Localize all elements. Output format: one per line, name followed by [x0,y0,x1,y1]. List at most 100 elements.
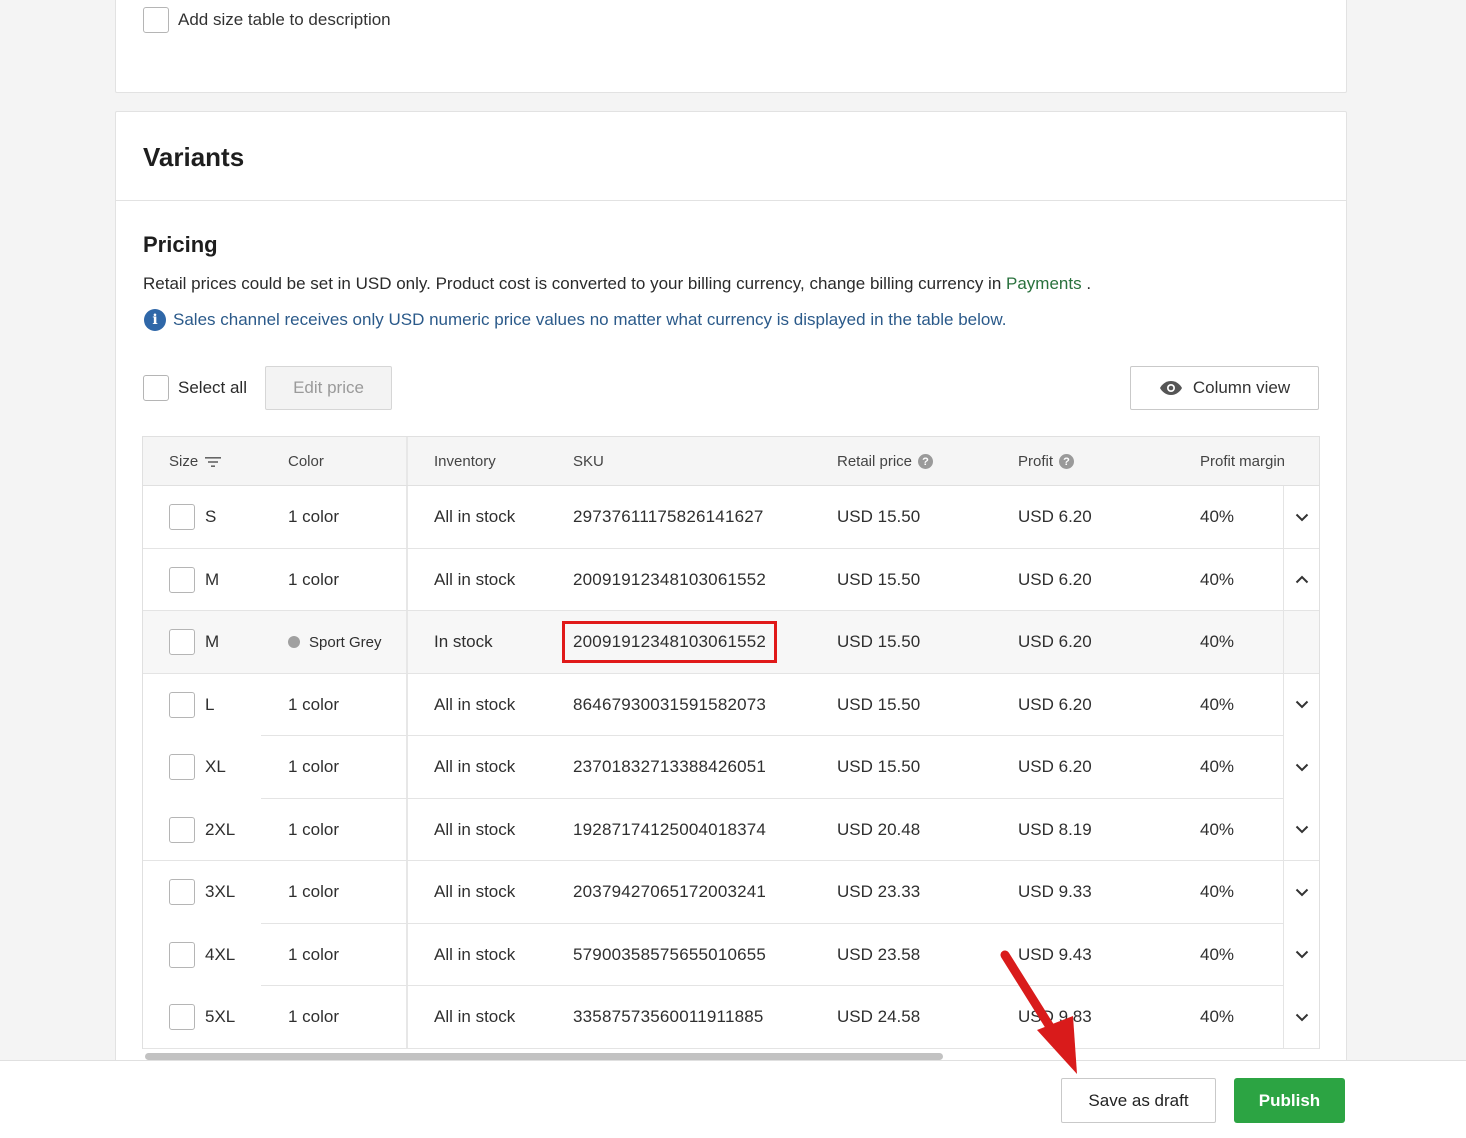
size-cell: 3XL [205,882,236,902]
table-row: 3XL 1 color All in stock 203794270651720… [143,861,1319,924]
header-retail-price: Retail price ? [837,437,934,486]
color-cell: 1 color [288,882,340,902]
sticky-column-separator [406,611,408,674]
profit-cell: USD 6.20 [1018,694,1092,714]
column-view-button[interactable]: Column view [1130,366,1319,410]
table-row: 5XL 1 color All in stock 335875735600119… [143,986,1319,1049]
sticky-column-separator [406,798,408,861]
chevron-down-icon [1295,513,1309,522]
publish-button[interactable]: Publish [1234,1078,1345,1123]
sticky-column-separator [406,673,408,736]
sku-cell: 20091912348103061552 [573,569,767,589]
table-row: XL 1 color All in stock 2370183271338842… [143,736,1319,799]
save-as-draft-button[interactable]: Save as draft [1061,1078,1216,1123]
table-row: 2XL 1 color All in stock 192871741250040… [143,798,1320,861]
expand-button[interactable] [1283,861,1320,924]
header-profit: Profit ? [1018,437,1075,486]
profit-margin-cell: 40% [1200,694,1235,714]
chevron-down-icon [1295,888,1309,897]
size-table-checkbox[interactable] [143,7,169,33]
color-cell: 1 color [288,694,340,714]
retail-price-cell: USD 15.50 [837,569,921,589]
inventory-cell: All in stock [434,944,516,964]
profit-cell: USD 8.19 [1018,819,1092,839]
filter-icon[interactable] [204,455,222,469]
expand-button[interactable] [1283,986,1320,1049]
help-icon[interactable]: ? [1059,454,1075,469]
select-all[interactable]: Select all [143,375,247,401]
inventory-cell: All in stock [434,882,516,902]
inventory-cell: All in stock [434,1007,516,1027]
size-cell: M [205,569,220,589]
chevron-up-icon [1295,575,1309,584]
profit-margin-cell: 40% [1200,632,1235,652]
row-checkbox[interactable] [169,941,195,968]
expand-button[interactable] [1283,486,1320,549]
profit-cell: USD 9.43 [1018,944,1092,964]
row-checkbox[interactable] [169,1004,195,1031]
expand-button[interactable] [1283,798,1320,861]
chevron-down-icon [1295,951,1309,959]
profit-margin-cell: 40% [1200,569,1235,589]
inventory-cell: All in stock [434,507,516,527]
row-checkbox[interactable] [169,816,195,843]
edit-price-button[interactable]: Edit price [265,366,392,410]
select-all-label: Select all [178,378,247,397]
footer-bar: Save as draft Publish [0,1060,1466,1138]
size-cell: S [205,507,217,527]
row-checkbox[interactable] [169,629,195,656]
sticky-column-separator [406,548,408,611]
header-retail-price-label: Retail price [837,453,913,470]
row-checkbox[interactable] [169,754,195,781]
profit-cell: USD 6.20 [1018,757,1092,777]
sticky-column-separator [406,861,408,924]
inventory-cell: In stock [434,632,493,652]
inventory-cell: All in stock [434,757,516,777]
color-cell: Sport Grey [288,611,382,674]
select-all-checkbox[interactable] [143,375,169,401]
color-cell: 1 color [288,944,340,964]
color-swatch [288,636,300,649]
help-icon[interactable]: ? [918,454,934,469]
chevron-down-icon [1295,1013,1309,1022]
retail-price-cell: USD 24.58 [837,1007,921,1027]
size-cell: 2XL [205,819,236,839]
empty-action-cell [1283,611,1320,674]
sku-cell: 29737611175826141627 [573,507,764,527]
row-checkbox[interactable] [169,879,195,906]
sku-cell: 20091912348103061552 [562,611,778,674]
profit-margin-cell: 40% [1200,819,1235,839]
expand-button[interactable] [1283,673,1320,736]
retail-price-cell: USD 15.50 [837,507,921,527]
payments-link[interactable]: Payments [1006,274,1082,293]
sku-cell: 19287174125004018374 [573,819,767,839]
retail-price-cell: USD 15.50 [837,632,921,652]
header-size[interactable]: Size [169,437,222,486]
size-table-option[interactable]: Add size table to description [143,7,391,33]
row-checkbox[interactable] [169,566,195,593]
variants-title: Variants [143,142,245,172]
row-checkbox[interactable] [169,691,195,718]
chevron-down-icon [1295,763,1309,772]
table-subrow: M Sport Grey In stock 200919123481030615… [143,611,1319,674]
sticky-column-separator [406,986,408,1049]
color-name: Sport Grey [309,633,382,651]
collapse-button[interactable] [1283,548,1320,611]
table-row: M 1 color All in stock 20091912348103061… [143,548,1320,611]
sku-cell: 57900358575655010655 [573,944,767,964]
size-cell: M [205,632,220,652]
header-profit-label: Profit [1018,453,1054,470]
sticky-column-separator [406,923,408,986]
color-cell: 1 color [288,1007,340,1027]
sku-cell: 86467930031591582073 [573,694,767,714]
table-row: S 1 color All in stock 29737611175826141… [143,486,1319,549]
column-view-label: Column view [1192,378,1291,397]
horizontal-scrollbar[interactable] [145,1053,943,1060]
expand-button[interactable] [1283,736,1320,799]
retail-price-cell: USD 23.33 [837,882,921,902]
sticky-column-separator [406,437,408,485]
row-checkbox[interactable] [169,504,195,531]
pricing-title: Pricing [143,232,218,257]
expand-button[interactable] [1283,923,1320,986]
profit-margin-cell: 40% [1200,944,1235,964]
